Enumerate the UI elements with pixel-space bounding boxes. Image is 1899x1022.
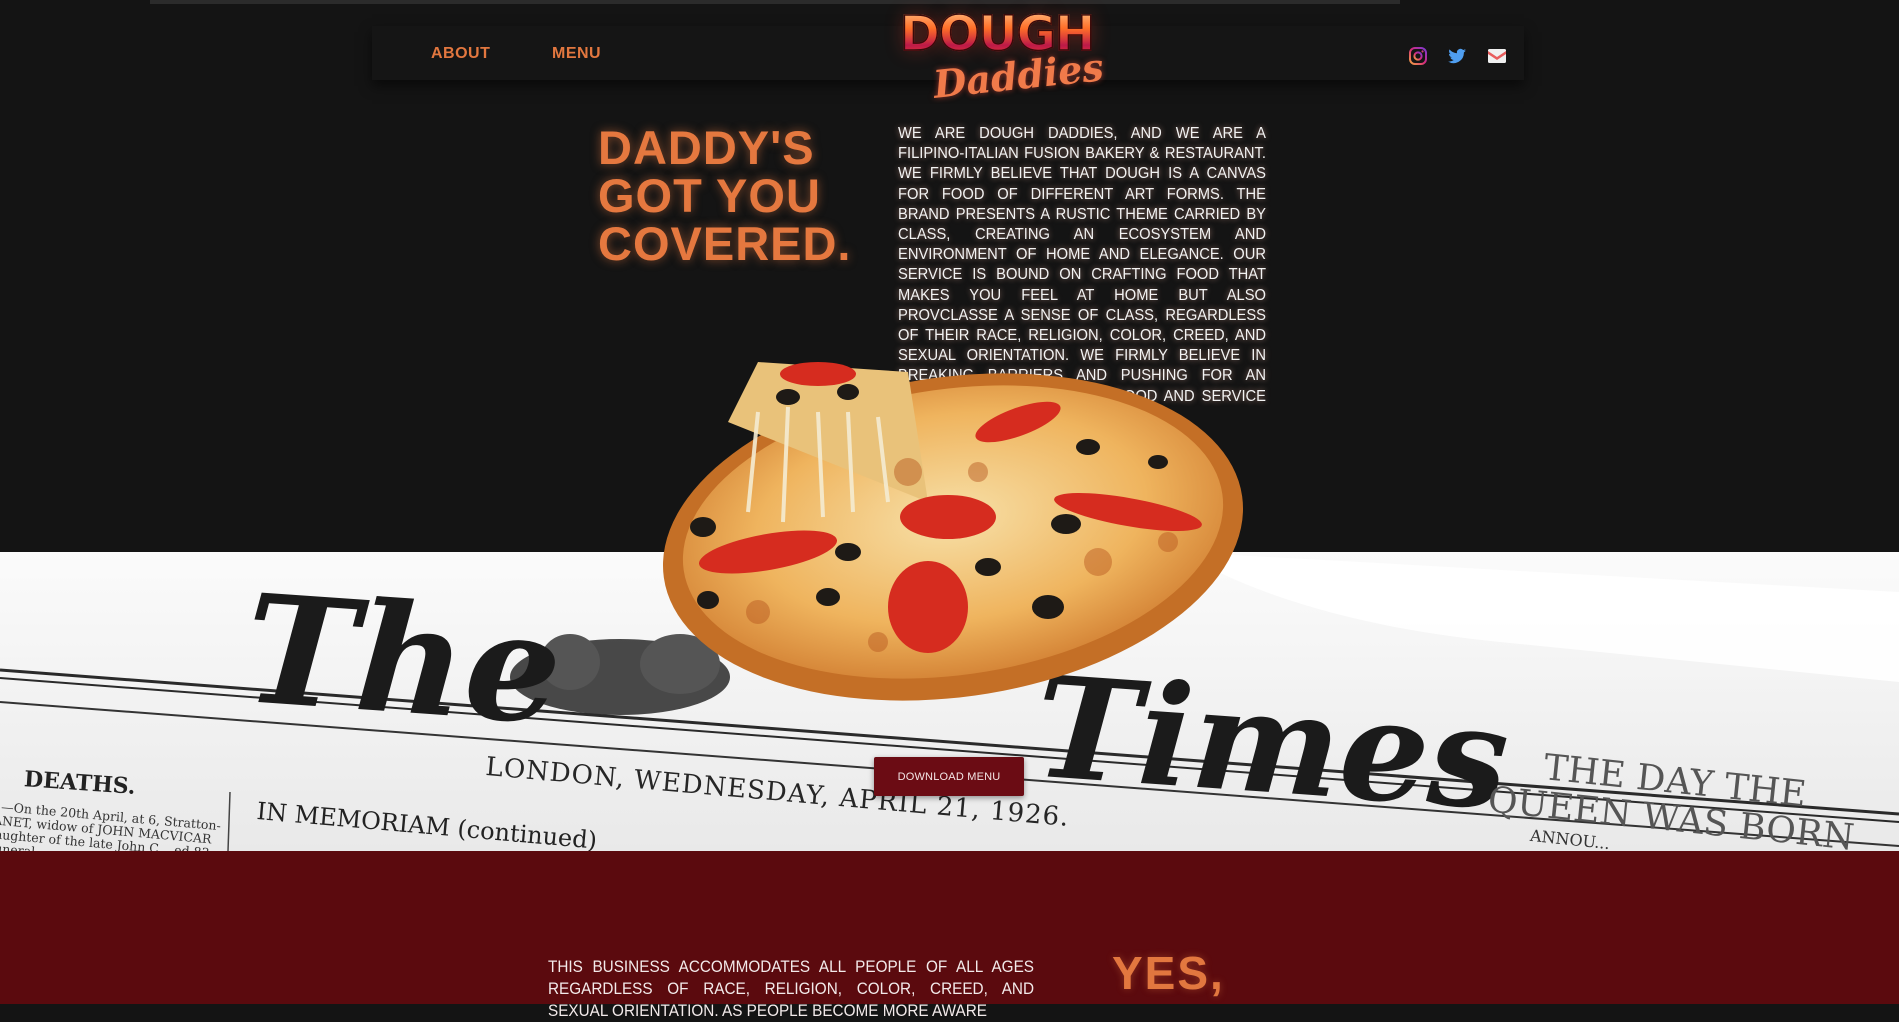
nav-menu-link[interactable]: MENU bbox=[552, 26, 601, 80]
pizza-image bbox=[662, 362, 1244, 701]
instagram-icon[interactable] bbox=[1408, 46, 1428, 66]
download-menu-button[interactable]: DOWNLOAD MENU bbox=[874, 757, 1024, 796]
nav-about-link[interactable]: ABOUT bbox=[431, 26, 490, 80]
mail-icon[interactable] bbox=[1487, 46, 1507, 66]
inclusion-section: This business accommodates all people of… bbox=[0, 851, 1899, 1020]
top-border bbox=[150, 0, 1400, 4]
inclusion-paragraph: This business accommodates all people of… bbox=[548, 957, 1034, 1020]
inclusion-heading: YES, bbox=[1112, 947, 1225, 999]
dough-daddies-logo[interactable]: DOUGH Daddies bbox=[880, 5, 1150, 107]
twitter-icon[interactable] bbox=[1447, 46, 1467, 66]
newspaper-title-the: The bbox=[239, 561, 567, 759]
hero-headline: DADDY'S GOT YOU COVERED. bbox=[598, 121, 852, 270]
